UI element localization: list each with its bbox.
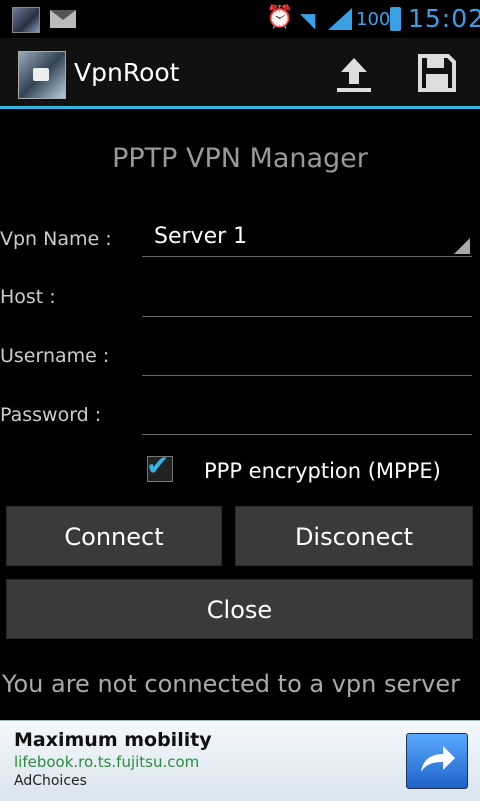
action-bar: VpnRoot: [0, 38, 480, 109]
password-label: Password :: [0, 404, 102, 426]
battery-level: 100: [356, 9, 391, 30]
clock: 15:02: [408, 4, 480, 33]
ad-title[interactable]: Maximum mobility: [14, 729, 212, 751]
ad-choices[interactable]: AdChoices: [14, 773, 87, 789]
ad-url[interactable]: lifebook.ro.ts.fujitsu.com: [14, 753, 199, 771]
screenshot-notification-icon: [12, 7, 40, 33]
connect-button[interactable]: Connect: [6, 506, 222, 566]
username-field-container: [142, 341, 476, 377]
encryption-label[interactable]: PPP encryption (MPPE): [204, 459, 441, 483]
app-icon[interactable]: [18, 51, 66, 99]
alarm-icon: ⏰: [266, 5, 294, 30]
page-title: PPTP VPN Manager: [112, 143, 368, 174]
vpn-name-label: Vpn Name :: [0, 228, 112, 250]
wifi-icon: ◥: [300, 8, 316, 32]
ad-banner[interactable]: Maximum mobility lifebook.ro.ts.fujitsu.…: [0, 720, 480, 801]
battery-icon: [390, 7, 401, 31]
lock-icon: [33, 68, 49, 81]
username-input[interactable]: [142, 341, 476, 377]
username-label: Username :: [0, 345, 110, 367]
checkmark-icon: ✔: [146, 449, 170, 482]
password-field-container: [142, 400, 476, 436]
connection-status: You are not connected to a vpn server: [2, 670, 460, 698]
signal-icon: [328, 8, 352, 30]
save-icon[interactable]: [418, 54, 456, 92]
status-bar: ⏰ ◥ 100 15:02: [0, 0, 480, 38]
close-button[interactable]: Close: [6, 579, 473, 639]
dropdown-arrow-icon: [454, 238, 470, 254]
disconnect-button[interactable]: Disconect: [235, 506, 473, 566]
password-input[interactable]: [142, 400, 476, 436]
upload-icon[interactable]: [335, 54, 373, 94]
vpn-name-spinner[interactable]: Server 1: [142, 218, 472, 257]
vpn-name-value: Server 1: [154, 224, 248, 249]
host-input[interactable]: [142, 282, 476, 318]
encryption-checkbox[interactable]: ✔: [146, 449, 173, 482]
host-field-container: [142, 282, 476, 318]
share-arrow-icon: [421, 746, 455, 772]
ad-go-button[interactable]: [406, 733, 468, 789]
mail-icon: [50, 10, 76, 28]
host-label: Host :: [0, 286, 56, 308]
app-title: VpnRoot: [74, 58, 180, 87]
